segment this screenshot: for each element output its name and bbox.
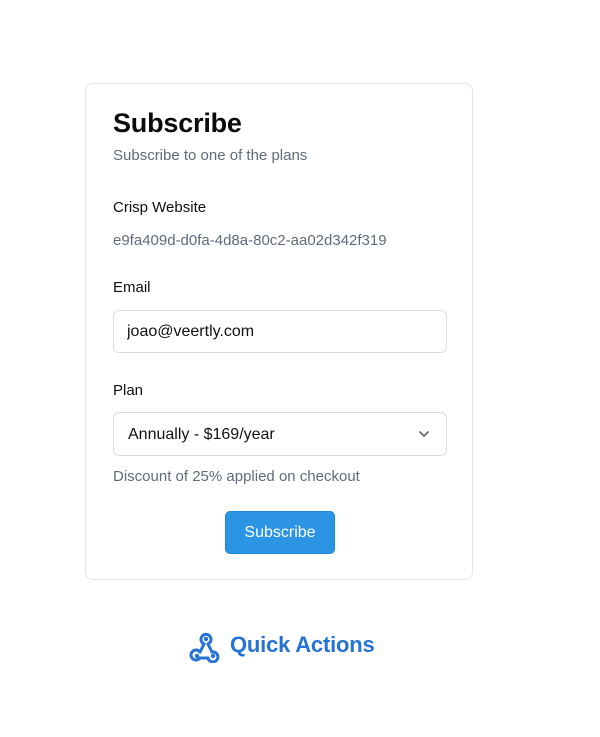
form-subtitle: Subscribe to one of the plans (113, 147, 308, 164)
brand-link[interactable]: Quick Actions (186, 627, 375, 663)
chevron-down-icon (419, 431, 429, 437)
brand-name: Quick Actions (230, 632, 375, 657)
website-label: Crisp Website (113, 199, 207, 216)
plan-selected-value: Annually - $169/year (128, 426, 275, 443)
webhook-icon (189, 633, 220, 663)
plan-select[interactable]: Annually - $169/year (113, 412, 447, 456)
email-input[interactable] (113, 310, 447, 353)
plan-label: Plan (113, 382, 144, 399)
subscribe-card: Subscribe Subscribe to one of the plans … (85, 83, 473, 580)
website-id: e9fa409d-d0fa-4d8a-80c2-aa02d342f319 (113, 232, 387, 249)
form-title: Subscribe (113, 108, 242, 138)
subscribe-button[interactable]: Subscribe (225, 511, 335, 554)
email-label: Email (113, 279, 151, 296)
discount-note: Discount of 25% applied on checkout (113, 468, 360, 485)
